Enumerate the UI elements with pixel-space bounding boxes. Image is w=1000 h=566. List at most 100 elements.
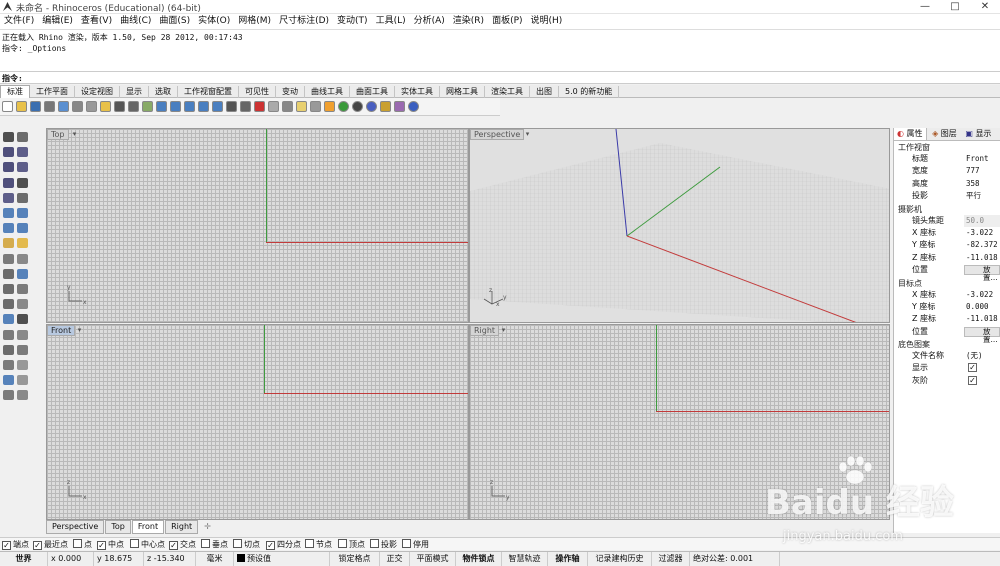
curvature-icon[interactable] [17, 344, 28, 355]
copy-icon[interactable] [17, 268, 28, 279]
text-icon[interactable] [17, 314, 28, 325]
property-value[interactable]: -3.022 [966, 227, 993, 239]
viewport-menu-arrow-icon[interactable]: ▾ [71, 129, 78, 140]
smart-track-toggle[interactable]: 智慧轨迹 [502, 552, 548, 566]
menu-item[interactable]: 曲面(S) [155, 14, 194, 29]
scale-icon[interactable] [17, 284, 28, 294]
osnap-checkbox[interactable]: ✓ [2, 541, 11, 550]
units-status[interactable]: 毫米 [196, 552, 234, 566]
move-icon[interactable] [240, 101, 251, 112]
osnap-0[interactable]: ✓ 端点 [2, 539, 29, 550]
menu-item[interactable]: 工具(L) [372, 14, 410, 29]
array-icon[interactable] [3, 299, 14, 310]
menu-item[interactable]: 面板(P) [488, 14, 526, 29]
toolbar-tab[interactable]: 显示 [120, 86, 149, 98]
render-icon[interactable] [338, 101, 349, 112]
viewport-top[interactable]: y x Top ▾ [46, 128, 469, 323]
viewport-menu-arrow-icon[interactable]: ▾ [76, 325, 83, 336]
trim-icon[interactable] [17, 253, 28, 264]
osnap-5[interactable]: ✓ 交点 [169, 539, 196, 550]
point-icon[interactable] [17, 132, 28, 142]
toolbar-tab[interactable]: 曲面工具 [350, 86, 395, 98]
osnap-checkbox[interactable] [370, 539, 379, 548]
osnap-checkbox[interactable]: ✓ [266, 541, 275, 550]
menu-item[interactable]: 渲染(R) [449, 14, 488, 29]
place-button[interactable]: 放置... [964, 265, 1000, 282]
explode-icon[interactable] [3, 253, 14, 264]
osnap-1[interactable]: ✓ 最近点 [33, 539, 68, 550]
curve-icon[interactable] [17, 147, 28, 158]
toolbar-tab[interactable]: 出图 [530, 86, 559, 98]
fillet-icon[interactable] [17, 192, 28, 203]
analyze-icon[interactable] [3, 344, 14, 355]
viewport-perspective[interactable]: z y x Perspective ▾ [469, 128, 890, 323]
osnap-checkbox[interactable] [305, 539, 314, 548]
rotate-icon[interactable] [3, 284, 14, 294]
cplane-icon[interactable] [310, 101, 321, 112]
command-prompt[interactable]: 指令: [0, 71, 1000, 84]
viewport-tab[interactable]: Right [165, 520, 199, 534]
osnap-toggle[interactable]: 物件锁点 [456, 552, 502, 566]
osnap-4[interactable]: 中心点 [130, 539, 165, 550]
toolbar-tab[interactable]: 标准 [0, 85, 30, 98]
arc-icon[interactable] [17, 162, 28, 173]
osnap-checkbox[interactable] [402, 539, 411, 548]
control-points-icon[interactable] [17, 360, 28, 370]
block-icon[interactable] [3, 329, 14, 340]
circle-icon[interactable] [3, 162, 14, 173]
polyline-icon[interactable] [3, 147, 14, 158]
osnap-7[interactable]: 切点 [233, 539, 260, 550]
add-viewport-tab-icon[interactable]: ✛ [199, 521, 216, 533]
layer-icon[interactable] [3, 375, 14, 386]
sphere-icon[interactable] [352, 101, 363, 112]
select-icon[interactable] [254, 101, 265, 112]
toolbar-tab[interactable]: 网格工具 [440, 86, 485, 98]
surface-icon[interactable] [3, 208, 14, 218]
menu-item[interactable]: 文件(F) [0, 14, 38, 29]
paste-icon[interactable] [100, 101, 111, 112]
osnap-9[interactable]: 节点 [305, 539, 332, 550]
box-icon[interactable] [3, 223, 14, 234]
property-value[interactable]: 平行 [966, 190, 981, 202]
toolbar-tab[interactable]: 可见性 [239, 86, 276, 98]
mesh-icon[interactable] [3, 238, 14, 249]
extrude-icon[interactable] [17, 223, 28, 234]
open-file-icon[interactable] [16, 101, 27, 112]
viewport-front[interactable]: z x Front ▾ [46, 324, 469, 520]
select-arrow-icon[interactable] [3, 132, 14, 142]
planar-toggle[interactable]: 平面模式 [410, 552, 456, 566]
viewport-menu-arrow-icon[interactable]: ▾ [524, 129, 531, 140]
menu-item[interactable]: 网格(M) [234, 14, 275, 29]
osnap-2[interactable]: 点 [73, 539, 92, 550]
viewport-tab[interactable]: Top [105, 520, 131, 534]
viewport-label-front[interactable]: Front [47, 325, 76, 336]
viewport-right[interactable]: z y Right ▾ [469, 324, 890, 520]
osnap-checkbox[interactable]: ✓ [33, 541, 42, 550]
viewport-layout-icon[interactable] [226, 101, 237, 112]
mirror-icon[interactable] [17, 299, 28, 310]
tab-properties[interactable]: ◐ 属性 [894, 128, 927, 140]
zoom-icon[interactable] [156, 101, 167, 112]
menu-item[interactable]: 实体(O) [194, 14, 234, 29]
menu-item[interactable]: 尺寸标注(D) [275, 14, 333, 29]
toolbar-tab[interactable]: 实体工具 [395, 86, 440, 98]
filter-button[interactable]: 过滤器 [652, 552, 690, 566]
menu-item[interactable]: 编辑(E) [38, 14, 77, 29]
osnap-checkbox[interactable] [130, 539, 139, 548]
lock-icon[interactable] [282, 101, 293, 112]
property-value[interactable]: (无) [966, 350, 983, 362]
viewport-label-top[interactable]: Top [47, 129, 69, 140]
polygon-icon[interactable] [17, 177, 28, 188]
osnap-8[interactable]: ✓ 四分点 [266, 539, 301, 550]
place-button[interactable]: 放置... [964, 326, 1000, 343]
osnap-12[interactable]: 停用 [402, 539, 429, 550]
dimension-icon[interactable] [3, 314, 14, 325]
osnap-checkbox[interactable]: ✓ [97, 541, 106, 550]
material-icon[interactable] [366, 101, 377, 112]
osnap-checkbox[interactable] [73, 539, 82, 548]
render-icon[interactable] [3, 390, 14, 401]
toolbar-tab[interactable]: 工作视窗配置 [178, 86, 239, 98]
hide-icon[interactable] [268, 101, 279, 112]
toolbar-tab[interactable]: 选取 [149, 86, 178, 98]
layer-icon[interactable] [324, 101, 335, 112]
